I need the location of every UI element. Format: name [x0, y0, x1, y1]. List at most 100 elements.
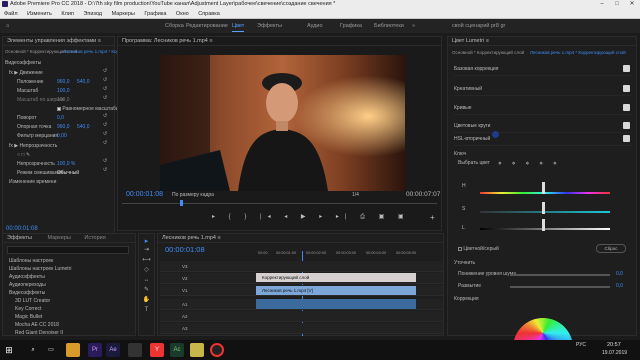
correction-section[interactable]: Коррекция [454, 295, 479, 303]
workspace-color[interactable]: Цвет [232, 19, 245, 33]
ec-scale-value[interactable]: 100,0 [57, 87, 70, 95]
fit-dropdown[interactable]: По размеру кадра [172, 192, 214, 198]
track-a3[interactable]: A3 [160, 323, 443, 334]
yandex-browser-icon[interactable]: Y [150, 343, 164, 357]
tab-markers[interactable]: Маркеры [48, 235, 71, 241]
transport-controls[interactable]: ▸ { } |◂ ◂ ▶ ▸ ▸| ⎙ ▣ ▣ [212, 213, 410, 221]
windows-start-icon[interactable]: ⊞ [2, 343, 16, 357]
after-effects-icon[interactable]: Ae [106, 343, 120, 357]
lumetri-color-wheels[interactable]: Цветовые круги [454, 119, 632, 133]
workspace-assembly[interactable]: Сборка [165, 19, 184, 33]
menu-help[interactable]: Справка [198, 11, 220, 17]
curves-checkbox[interactable] [623, 104, 630, 111]
menu-edit[interactable]: Изменить [27, 11, 52, 17]
color-gray-toggle[interactable]: Цветной/серый [458, 245, 499, 253]
other-tools-icons[interactable]: ⇥ ⟷ ◇ ↔ ✎ ✋ T [139, 245, 154, 315]
workspace-effects[interactable]: Эффекты [257, 19, 282, 33]
key-section[interactable]: Ключ [454, 150, 466, 158]
selection-tool-icon[interactable]: ▸ [139, 237, 154, 245]
lumetri-tab[interactable]: Цвет Lumetri ≡ [448, 37, 636, 46]
ec-anchor-x[interactable]: 960,0 [57, 123, 70, 131]
maximize-button[interactable]: □ [609, 0, 625, 9]
acrobat-icon[interactable]: Ac [170, 343, 184, 357]
effects-item[interactable]: Видеоэффекты [9, 289, 45, 297]
effects-item[interactable]: Mocha AE CC 2018 [15, 321, 59, 329]
ec-rotation-value[interactable]: 0,0 [57, 114, 64, 122]
program-timecode[interactable]: 00:00:01:08 [126, 191, 163, 198]
refine-section[interactable]: Уточнить [454, 259, 475, 267]
ec-position-y[interactable]: 540,0 [77, 78, 90, 86]
menu-markers[interactable]: Маркеры [112, 11, 135, 17]
mask-tools[interactable]: ○ □ ✎ [17, 151, 30, 159]
program-monitor-tab[interactable]: Программа: Лесников речь 1.mp4 ≡ [118, 37, 441, 46]
menu-window[interactable]: Окно [176, 11, 189, 17]
effects-item[interactable]: Red Giant Denoiser II [15, 329, 63, 335]
track-v3[interactable]: V3 [160, 261, 443, 272]
eyedropper-icons[interactable]: ⋄⋄⋄⋄⋄ [498, 160, 567, 167]
ec-timecode[interactable]: 00:00:01:08 [6, 225, 38, 233]
program-playhead[interactable] [180, 200, 183, 206]
video-clip[interactable]: Лесников речь 1.mp4 [V] [256, 286, 416, 295]
effects-item[interactable]: Шаблоны настроек [9, 257, 53, 265]
ec-scale-width-value[interactable]: 100,0 [57, 96, 70, 104]
effect-controls-tab[interactable]: Элементы управления эффектами ≡ [3, 37, 114, 46]
app-icon[interactable] [128, 343, 142, 357]
tab-history[interactable]: История [84, 235, 105, 241]
saturation-handle[interactable] [542, 202, 545, 214]
saturation-slider[interactable] [480, 211, 610, 213]
adjustment-layer-clip[interactable]: Корректирующий слой [256, 273, 416, 282]
tab-effects[interactable]: Эффекты [7, 235, 32, 241]
workspace-editing[interactable]: Редактирование [186, 19, 228, 33]
keyframe-reset-icons[interactable]: ↺ ↺ ↺ ↺ ↺ ↺ ↺ ↺ ↺ ↺ [103, 67, 111, 177]
clock-date[interactable]: 19.07.2019 [602, 350, 627, 356]
reset-button[interactable]: Сброс [596, 244, 626, 253]
audio-clip[interactable] [256, 299, 416, 309]
lumetri-header-left[interactable]: Основной * Корректирующий слой [452, 49, 524, 57]
ec-time-remap[interactable]: Изменение времени [9, 178, 56, 186]
effects-item[interactable]: Шаблоны настроек Lumetri [9, 265, 71, 273]
program-video-frame[interactable] [160, 55, 405, 191]
timeline-ruler[interactable]: 00:00 00:00:01:00 00:00:02:00 00:00:03:0… [258, 251, 418, 259]
blur-value[interactable]: 0,0 [616, 282, 623, 290]
minimize-button[interactable]: – [594, 0, 610, 9]
lumetri-creative[interactable]: Креативный [454, 82, 632, 96]
language-indicator[interactable]: РУС [576, 342, 586, 348]
hue-handle[interactable] [542, 182, 545, 194]
clock-time[interactable]: 20:57 [607, 342, 621, 348]
ec-position-x[interactable]: 960,0 [57, 78, 70, 86]
menu-sequence[interactable]: Эпизод [83, 11, 102, 17]
home-icon[interactable]: ⌂ [6, 19, 9, 33]
effects-item[interactable]: Magic Bullet [15, 313, 42, 321]
lumetri-basic[interactable]: Базовая коррекция [454, 62, 632, 76]
hsl-checkbox[interactable] [623, 135, 630, 142]
workspace-audio[interactable]: Аудио [307, 19, 323, 33]
close-button[interactable]: ✕ [624, 0, 640, 9]
workspace-custom[interactable]: свой сценарий pr8 gr [452, 19, 505, 33]
effects-item[interactable]: 3D LUT Creator [15, 297, 50, 305]
effects-item[interactable]: Аудиопереходы [9, 281, 46, 289]
lightness-slider[interactable] [480, 228, 610, 230]
ec-anchor-y[interactable]: 540,0 [77, 123, 90, 131]
denoise-value[interactable]: 0,0 [616, 270, 623, 278]
ec-flicker-value[interactable]: 0,00 [57, 132, 67, 140]
workspace-more[interactable]: » [412, 19, 415, 33]
workspace-libraries[interactable]: Библиотеки [374, 19, 404, 33]
menu-graphics[interactable]: Графика [144, 11, 166, 17]
hue-slider[interactable] [480, 192, 610, 194]
effects-item[interactable]: Key Correct [15, 305, 41, 313]
blur-slider[interactable] [510, 286, 610, 288]
timeline-timecode[interactable]: 00:00:01:08 [165, 245, 205, 254]
effects-search-input[interactable] [7, 246, 129, 254]
menu-clip[interactable]: Клип [61, 11, 73, 17]
ec-blend-value[interactable]: Обычный [57, 169, 79, 177]
lumetri-hsl[interactable]: HSL-вторичный [454, 132, 632, 146]
ec-motion[interactable]: fx ▶ Движение [9, 69, 43, 77]
menu-file[interactable]: Файл [4, 11, 18, 17]
creative-checkbox[interactable] [623, 85, 630, 92]
lumetri-curves[interactable]: Кривые [454, 101, 632, 115]
ec-opacity[interactable]: fx ▶ Непрозрачность [9, 142, 57, 150]
add-button-icon[interactable]: + [430, 213, 435, 222]
explorer-icon[interactable] [66, 343, 80, 357]
record-icon[interactable] [210, 343, 224, 357]
program-scrubber[interactable] [122, 203, 437, 204]
